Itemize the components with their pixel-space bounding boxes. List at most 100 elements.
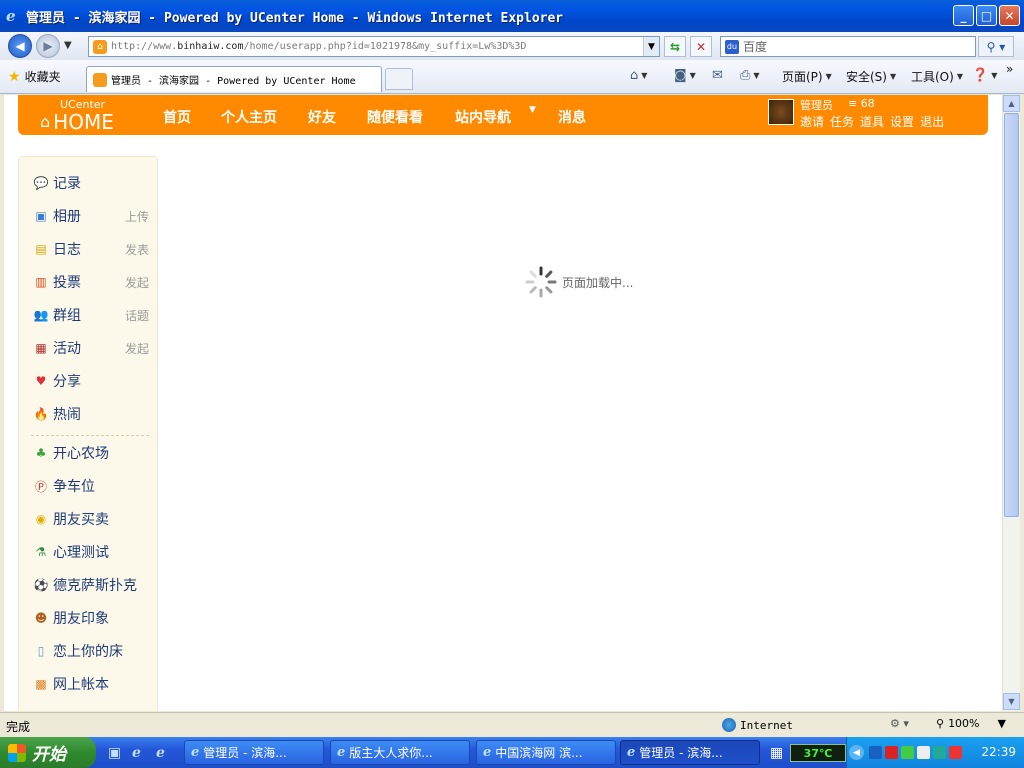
ati-icon[interactable] (885, 746, 898, 759)
sidebar-item-records[interactable]: 💬 记录 (33, 173, 149, 193)
sidebar-item-groups[interactable]: 👥 群组 话题 (33, 305, 149, 325)
hearts-icon: ♥ (35, 374, 47, 388)
notebook-icon: ▤ (35, 242, 47, 256)
start-button[interactable]: 开始 (0, 737, 96, 768)
scroll-thumb[interactable] (1004, 113, 1019, 517)
sidebar-action-post[interactable]: 发表 (125, 241, 149, 258)
sidebar-action-upload[interactable]: 上传 (125, 208, 149, 225)
ie-quicklaunch-icon[interactable]: e (156, 745, 172, 761)
search-input[interactable]: du 百度 (720, 36, 976, 57)
nav-link-home[interactable]: 首页 (163, 107, 191, 127)
logout-link[interactable]: 退出 (920, 113, 944, 130)
minimize-button[interactable]: _ (953, 5, 974, 26)
tray-expand-icon[interactable]: ◀ (849, 745, 864, 760)
signal-icon[interactable] (901, 746, 914, 759)
scroll-down-icon[interactable]: ▼ (1003, 693, 1020, 710)
vertical-scrollbar[interactable]: ▲ ▼ (1002, 95, 1020, 711)
mail-button[interactable]: ✉ (712, 68, 723, 83)
safety-menu[interactable]: 安全(S) ▼ (846, 68, 896, 85)
home-button[interactable]: ⌂ ▼ (630, 68, 647, 83)
sidebar-action-start-event[interactable]: 发起 (125, 340, 149, 357)
forward-button[interactable]: ▶ (36, 34, 60, 58)
temperature-widget[interactable]: 37℃ (790, 744, 846, 762)
sidebar-item-blog[interactable]: ▤ 日志 发表 (33, 239, 149, 259)
flask-icon: ⚗ (35, 545, 47, 559)
taskbar-task[interactable]: e 中国滨海网 滨... (476, 740, 616, 765)
taskbar-task[interactable]: e 版主大人求你... (330, 740, 470, 765)
tools-menu[interactable]: 工具(O) ▼ (911, 68, 963, 85)
sidebar-item-album[interactable]: ▣ 相册 上传 (33, 206, 149, 226)
sidebar-item-poll[interactable]: ▥ 投票 发起 (33, 272, 149, 292)
notice-counter[interactable]: ≡ 68 (848, 97, 875, 110)
sidebar-app-farm[interactable]: ♣ 开心农场 (33, 443, 149, 463)
sidebar-item-events[interactable]: ▦ 活动 发起 (33, 338, 149, 358)
site-logo[interactable]: UCenter ⌂ HOME (40, 99, 114, 134)
network-icon[interactable] (869, 746, 882, 759)
sidebar-action-topic[interactable]: 话题 (125, 307, 149, 324)
feeds-button[interactable]: ◙ ▼ (674, 68, 696, 83)
nav-link-friends[interactable]: 好友 (308, 107, 336, 127)
address-input[interactable]: ⌂ http://www.binhaiw.com/home/userapp.ph… (88, 36, 660, 57)
sidebar-app-psych-test[interactable]: ⚗ 心理测试 (33, 542, 149, 562)
close-button[interactable]: ✕ (999, 5, 1020, 26)
taskbar-task[interactable]: e 管理员 - 滨海... (184, 740, 324, 765)
nav-link-browse[interactable]: 随便看看 (367, 107, 423, 127)
maximize-button[interactable]: □ (976, 5, 997, 26)
nav-link-profile[interactable]: 个人主页 (221, 107, 277, 127)
shield-icon[interactable] (917, 746, 930, 759)
sidebar-app-bed[interactable]: ▯ 恋上你的床 (33, 641, 149, 661)
print-button[interactable]: ⎙ ▼ (740, 68, 760, 83)
tasks-link[interactable]: 任务 (830, 113, 854, 130)
avatar[interactable] (768, 99, 794, 125)
windows-logo-icon (8, 743, 26, 762)
coins-icon: ◉ (35, 512, 47, 526)
address-dropdown-icon[interactable]: ▼ (643, 37, 659, 56)
tab-active[interactable]: 管理员 - 滨海家园 - Powered by UCenter Home (86, 66, 382, 92)
help-button[interactable]: ❓ ▼ (972, 68, 997, 83)
sidebar-item-hot[interactable]: 🔥 热闹 (33, 404, 149, 424)
new-tab-button[interactable] (385, 68, 413, 90)
calendar-icon: ▦ (35, 341, 47, 355)
refresh-button[interactable]: ⇆ (664, 36, 686, 57)
sidebar-divider (31, 435, 149, 436)
taskbar-task-active[interactable]: e 管理员 - 滨海... (620, 740, 760, 765)
favorites-button[interactable]: ★ 收藏夹 (8, 68, 61, 85)
sidebar-app-poker[interactable]: ⚽ 德克萨斯扑克 (33, 575, 149, 595)
back-button[interactable]: ◀ (8, 34, 32, 58)
invite-link[interactable]: 邀请 (800, 113, 824, 130)
tab-favicon-icon (93, 72, 107, 87)
security-zone[interactable]: Internet (722, 716, 793, 734)
props-link[interactable]: 道具 (860, 113, 884, 130)
window-titlebar[interactable]: e 管理员 - 滨海家园 - Powered by UCenter Home -… (0, 0, 1024, 32)
more-commands-button[interactable]: » (1006, 62, 1013, 76)
sidebar-action-start-poll[interactable]: 发起 (125, 274, 149, 291)
sidebar-item-share[interactable]: ♥ 分享 (33, 371, 149, 391)
sidebar-app-impression[interactable]: ☻ 朋友印象 (33, 608, 149, 628)
umbrella-icon[interactable] (933, 746, 946, 759)
zoom-control[interactable]: ⚲ 100% ▼ (936, 717, 1006, 730)
username-link[interactable]: 管理员 (800, 97, 833, 113)
history-dropdown-icon[interactable]: ▼ (64, 40, 72, 51)
task-label: 版主大人求你... (349, 746, 433, 760)
sidebar-app-label: 网上帐本 (53, 677, 109, 693)
search-button[interactable]: ⚲ ▾ (978, 36, 1014, 57)
scroll-up-icon[interactable]: ▲ (1003, 95, 1020, 112)
nav-link-messages[interactable]: 消息 (558, 107, 586, 127)
chevron-down-icon[interactable]: ▼ (529, 105, 536, 115)
stop-button[interactable]: ✕ (690, 36, 712, 57)
protected-mode-icon[interactable]: ⚙ ▾ (890, 717, 909, 730)
settings-link[interactable]: 设置 (890, 113, 914, 130)
ie-quicklaunch-icon[interactable]: e (132, 745, 148, 761)
sidebar-app-parking[interactable]: Ⓟ 争车位 (33, 476, 149, 496)
nav-link-site-nav[interactable]: 站内导航 (455, 107, 511, 127)
sidebar-app-ledger[interactable]: ▩ 网上帐本 (33, 674, 149, 694)
page-menu[interactable]: 页面(P) ▼ (782, 68, 832, 85)
show-desktop-icon[interactable]: ▣ (108, 745, 124, 761)
sidebar-item-label: 相册 (53, 209, 81, 225)
clock[interactable]: 22:39 (981, 745, 1016, 759)
sidebar-item-label: 热闹 (53, 407, 81, 423)
favorites-label: 收藏夹 (24, 70, 61, 84)
keyboard-icon[interactable]: ▦ (770, 745, 786, 761)
sidebar-app-friend-trade[interactable]: ◉ 朋友买卖 (33, 509, 149, 529)
antivirus-icon[interactable] (949, 746, 962, 759)
